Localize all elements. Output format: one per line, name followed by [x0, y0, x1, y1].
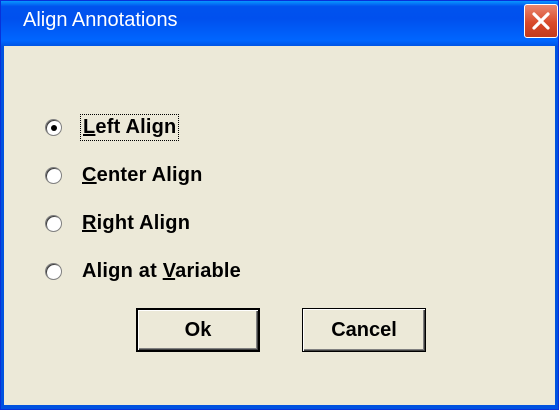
close-icon — [532, 12, 550, 30]
dialog-title: Align Annotations — [23, 9, 178, 31]
radio-align-at-variable[interactable]: Align at Variable — [45, 255, 243, 287]
window-border-right — [555, 46, 558, 409]
radio-button[interactable] — [45, 262, 62, 280]
window-border-bottom — [1, 405, 558, 409]
ok-button[interactable]: Ok — [136, 308, 260, 352]
radio-label-left-align[interactable]: Left Align — [80, 113, 180, 141]
window-border-left — [1, 46, 4, 409]
radio-right-align[interactable]: Right Align — [45, 207, 192, 239]
radio-button[interactable] — [45, 118, 62, 136]
title-bar[interactable]: Align Annotations — [1, 1, 558, 46]
radio-label-align-at-variable[interactable]: Align at Variable — [80, 259, 243, 284]
radio-label-right-align[interactable]: Right Align — [80, 211, 192, 236]
radio-left-align[interactable]: Left Align — [45, 111, 180, 143]
radio-label-center-align[interactable]: Center Align — [80, 163, 205, 188]
cancel-button[interactable]: Cancel — [302, 308, 426, 352]
radio-center-align[interactable]: Center Align — [45, 159, 205, 191]
radio-button[interactable] — [45, 166, 62, 184]
radio-selected-dot — [51, 124, 57, 131]
close-button[interactable] — [524, 4, 558, 38]
radio-button[interactable] — [45, 214, 62, 232]
dialog-window: Align Annotations Left Align Center Alig… — [0, 0, 559, 410]
